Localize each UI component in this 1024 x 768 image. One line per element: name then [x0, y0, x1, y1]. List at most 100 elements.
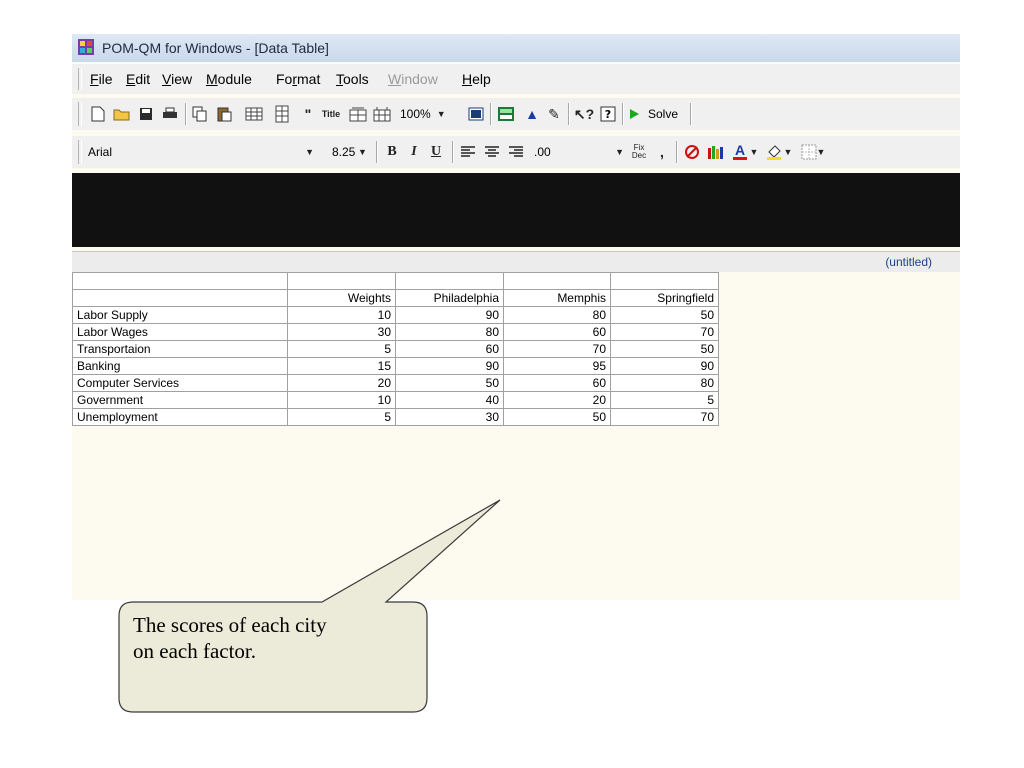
table-blank-row [72, 272, 719, 290]
copy-icon[interactable] [190, 104, 210, 124]
save-icon[interactable] [136, 104, 156, 124]
menu-window[interactable]: Window [388, 71, 438, 87]
row-label[interactable]: Labor Wages [72, 323, 288, 341]
table-cell[interactable]: 40 [395, 391, 504, 409]
menu-format[interactable]: Format [276, 71, 320, 87]
decimal-format-select[interactable]: .00 ▼ [534, 142, 624, 162]
insert-column-icon[interactable] [272, 104, 292, 124]
context-help-icon[interactable]: ↖? [574, 104, 594, 124]
menu-edit[interactable]: Edit [126, 71, 150, 87]
quote-icon[interactable]: " [298, 104, 318, 124]
column-header[interactable] [72, 289, 288, 307]
help-icon[interactable]: ? [598, 104, 618, 124]
table-cell[interactable]: 30 [287, 323, 396, 341]
table-cell[interactable] [72, 272, 288, 290]
table-cell[interactable]: 5 [287, 408, 396, 426]
table-cell[interactable]: 30 [395, 408, 504, 426]
row-label[interactable]: Unemployment [72, 408, 288, 426]
table-cell[interactable]: 10 [287, 391, 396, 409]
column-header[interactable]: Weights [287, 289, 396, 307]
row-label[interactable]: Transportaion [72, 340, 288, 358]
italic-button[interactable]: I [404, 142, 424, 162]
borders-button[interactable]: ▼ [798, 142, 828, 162]
table-cell[interactable]: 70 [503, 340, 611, 358]
table-cell[interactable]: 80 [503, 306, 611, 324]
table-cell[interactable]: 50 [610, 340, 719, 358]
table-cell[interactable]: 80 [395, 323, 504, 341]
paste-icon[interactable] [214, 104, 234, 124]
row-label[interactable]: Government [72, 391, 288, 409]
table-cell[interactable]: 60 [503, 374, 611, 392]
menu-tools[interactable]: Tools [336, 71, 369, 87]
insert-row-icon[interactable] [244, 104, 264, 124]
column-header[interactable]: Philadelphia [395, 289, 504, 307]
font-name-value: Arial [88, 145, 113, 159]
table-cell[interactable]: 50 [395, 374, 504, 392]
table-cell[interactable]: 5 [610, 391, 719, 409]
new-file-icon[interactable] [88, 104, 108, 124]
underline-button[interactable]: U [426, 142, 446, 162]
table-cell[interactable]: 70 [610, 408, 719, 426]
row-height-icon[interactable] [372, 104, 392, 124]
table-cell[interactable]: 60 [395, 340, 504, 358]
normal-distribution-icon[interactable]: ▲ [522, 104, 542, 124]
comma-button[interactable]: , [652, 142, 672, 162]
column-header[interactable]: Springfield [610, 289, 719, 307]
fill-color-button[interactable]: ▼ [764, 142, 794, 162]
row-label[interactable]: Labor Supply [72, 306, 288, 324]
data-table: Weights Philadelphia Memphis Springfield… [72, 272, 719, 426]
calculator-icon[interactable] [496, 104, 516, 124]
table-cell[interactable]: 60 [503, 323, 611, 341]
align-left-icon[interactable] [458, 142, 478, 162]
font-color-button[interactable]: A ▼ [730, 142, 760, 162]
play-icon [630, 109, 639, 119]
table-cell[interactable]: 5 [287, 340, 396, 358]
font-name-select[interactable]: Arial ▼ [88, 142, 314, 162]
menu-view[interactable]: View [162, 71, 192, 87]
toolbar-separator [376, 141, 378, 163]
table-cell[interactable]: 15 [287, 357, 396, 375]
table-cell[interactable]: 90 [610, 357, 719, 375]
menu-file[interactable]: File [90, 71, 113, 87]
table-cell[interactable]: 70 [610, 323, 719, 341]
column-header[interactable]: Memphis [503, 289, 611, 307]
table-cell[interactable]: 20 [287, 374, 396, 392]
table-cell[interactable] [610, 272, 719, 290]
window-icon[interactable] [466, 104, 486, 124]
toolbar-separator [622, 103, 624, 125]
data-grid-area: Weights Philadelphia Memphis Springfield… [72, 272, 960, 600]
menu-help[interactable]: Help [462, 71, 491, 87]
solve-button[interactable]: Solve [628, 104, 678, 124]
edit-pen-icon[interactable]: ✎ [544, 104, 564, 124]
column-width-icon[interactable] [348, 104, 368, 124]
table-cell[interactable]: 50 [503, 408, 611, 426]
colored-columns-icon[interactable] [706, 142, 726, 162]
table-cell[interactable]: 10 [287, 306, 396, 324]
zero-clear-icon[interactable] [682, 142, 702, 162]
open-folder-icon[interactable] [112, 104, 132, 124]
table-cell[interactable]: 95 [503, 357, 611, 375]
align-center-icon[interactable] [482, 142, 502, 162]
print-icon[interactable] [160, 104, 180, 124]
align-right-icon[interactable] [506, 142, 526, 162]
menu-module[interactable]: Module [206, 71, 252, 87]
toolbar-grip [78, 140, 82, 164]
table-cell[interactable]: 50 [610, 306, 719, 324]
fix-decimal-button[interactable]: Fix Dec [628, 142, 650, 162]
row-label[interactable]: Banking [72, 357, 288, 375]
callout-text: The scores of each city on each factor. [133, 612, 413, 664]
row-label[interactable]: Computer Services [72, 374, 288, 392]
table-cell[interactable] [503, 272, 611, 290]
table-cell[interactable] [287, 272, 396, 290]
table-cell[interactable] [395, 272, 504, 290]
zoom-select[interactable]: 100% ▼ [400, 104, 462, 124]
font-size-select[interactable]: 8.25 ▼ [332, 142, 370, 162]
table-cell[interactable]: 80 [610, 374, 719, 392]
toolbar-separator [690, 103, 692, 125]
toolbar-separator [490, 103, 492, 125]
title-button[interactable]: Title [318, 104, 344, 124]
table-cell[interactable]: 90 [395, 306, 504, 324]
table-cell[interactable]: 20 [503, 391, 611, 409]
table-cell[interactable]: 90 [395, 357, 504, 375]
bold-button[interactable]: B [382, 142, 402, 162]
